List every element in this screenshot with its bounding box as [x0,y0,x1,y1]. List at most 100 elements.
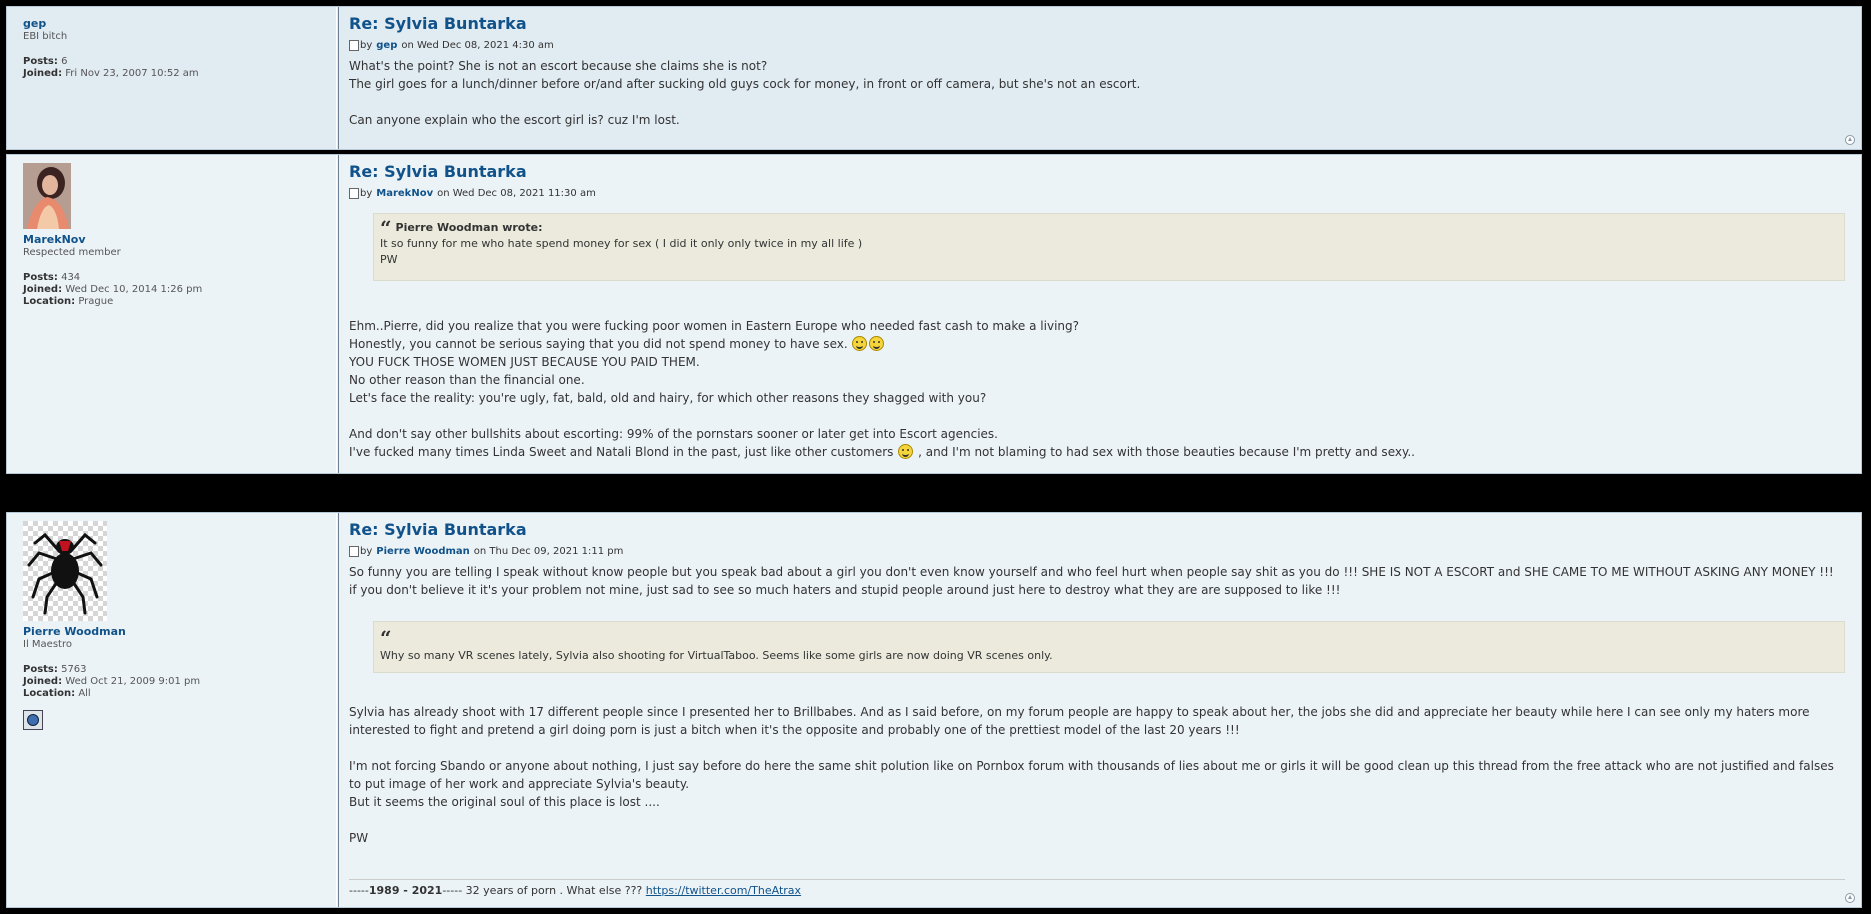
author-details: Posts: 434 Joined: Wed Dec 10, 2014 1:26… [23,272,336,308]
content-paragraph: But it seems the original soul of this p… [349,795,660,809]
post-icon[interactable] [349,40,359,51]
back-to-top-icon[interactable] [1845,135,1855,145]
posts-label: Posts: [23,56,58,67]
content-line: The girl goes for a lunch/dinner before … [349,77,1141,91]
smiley-icon [898,444,914,459]
content-paragraph: I'm not forcing Sbando or anyone about n… [349,759,1834,791]
content-line: What's the point? She is not an escort b… [349,59,768,73]
author-details: Posts: 5763 Joined: Wed Oct 21, 2009 9:0… [23,664,336,700]
post-title-link[interactable]: Re: Sylvia Buntarka [349,14,1845,33]
post-author-link[interactable]: gep [376,40,397,51]
post-author-link[interactable]: MarekNov [376,188,433,199]
by-text: by [360,546,373,557]
post-body: Re: Sylvia Buntarka by gep on Wed Dec 08… [338,7,1861,149]
post-profile: gep EBI bitch Posts: 6 Joined: Fri Nov 2… [7,7,337,149]
quote-line: PW [380,253,398,266]
author-avatar[interactable] [23,521,107,621]
content-line: Ehm..Pierre, did you realize that you we… [349,319,1079,333]
content-line: And don't say other bullshits about esco… [349,427,998,441]
post-body: Re: Sylvia Buntarka by MarekNov on Wed D… [338,155,1861,473]
posts-count: 434 [61,272,81,283]
joined-label: Joined: [23,676,63,687]
author-rank: Respected member [23,247,121,258]
content-text: I've fucked many times Linda Sweet and N… [349,445,894,459]
post-date: on Wed Dec 08, 2021 4:30 am [401,40,554,51]
content-paragraph: PW [349,831,369,845]
quote-block: “ Why so many VR scenes lately, Sylvia a… [373,621,1845,673]
signature-link[interactable]: https://twitter.com/TheAtrax [646,884,801,897]
post-date: on Wed Dec 08, 2021 11:30 am [437,188,596,199]
content-line: Honestly, you cannot be serious saying t… [349,335,1845,353]
content-paragraph: So funny you are telling I speak without… [349,565,1834,597]
quote-block: “ Pierre Woodman wrote: It so funny for … [373,213,1845,281]
joined-date: Wed Oct 21, 2009 9:01 pm [65,676,201,687]
content-text: Honestly, you cannot be serious saying t… [349,337,848,351]
author-avatar[interactable] [23,163,71,229]
content-line: No other reason than the financial one. [349,373,585,387]
quote-cite: “ Pierre Woodman wrote: [380,216,1838,240]
quote-mark-icon: “ [380,626,392,650]
posts-count: 6 [61,56,68,67]
post-profile: Pierre Woodman Il Maestro Posts: 5763 Jo… [7,513,337,907]
post-icon[interactable] [349,188,359,199]
content-line: Let's face the reality: you're ugly, fat… [349,391,987,405]
post-author-line: by MarekNov on Wed Dec 08, 2021 11:30 am [349,188,1845,199]
post-author-line: by gep on Wed Dec 08, 2021 4:30 am [349,40,1845,51]
signature-years: 1989 - 2021 [368,884,443,897]
post-mareknov: MarekNov Respected member Posts: 434 Joi… [6,154,1862,474]
back-to-top-icon[interactable] [1845,893,1855,903]
quote-cite: “ [380,626,1838,650]
author-details: Posts: 6 Joined: Fri Nov 23, 2007 10:52 … [23,56,336,80]
posts-label: Posts: [23,272,58,283]
location-value: Prague [78,296,114,307]
quote-author: Pierre Woodman wrote: [395,221,543,234]
post-content: What's the point? She is not an escort b… [349,57,1845,129]
content-line: YOU FUCK THOSE WOMEN JUST BECAUSE YOU PA… [349,355,700,369]
location-value: All [78,688,91,699]
signature-prefix: ----- [349,884,369,897]
author-username-link[interactable]: gep [23,17,336,30]
posts-count: 5763 [61,664,87,675]
content-paragraph: Sylvia has already shoot with 17 differe… [349,705,1810,737]
location-label: Location: [23,688,76,699]
smiley-icon [852,336,868,351]
content-line [349,93,1845,111]
post-title-link[interactable]: Re: Sylvia Buntarka [349,520,1845,539]
author-username-link[interactable]: MarekNov [23,233,336,246]
post-profile: MarekNov Respected member Posts: 434 Joi… [7,155,337,473]
post-title-link[interactable]: Re: Sylvia Buntarka [349,162,1845,181]
joined-date: Wed Dec 10, 2014 1:26 pm [65,284,203,295]
post-content: “ Pierre Woodman wrote: It so funny for … [349,213,1845,461]
quote-line: It so funny for me who hate spend money … [380,237,863,250]
post-pierre-woodman: Pierre Woodman Il Maestro Posts: 5763 Jo… [6,512,1862,908]
post-icon[interactable] [349,546,359,557]
author-username-link[interactable]: Pierre Woodman [23,625,336,638]
by-text: by [360,40,373,51]
author-rank: EBI bitch [23,31,68,42]
post-author-line: by Pierre Woodman on Thu Dec 09, 2021 1:… [349,546,1845,557]
quote-mark-icon: “ [380,216,392,240]
post-gep: gep EBI bitch Posts: 6 Joined: Fri Nov 2… [6,6,1862,150]
joined-label: Joined: [23,284,63,295]
content-line: I've fucked many times Linda Sweet and N… [349,443,1845,461]
joined-label: Joined: [23,68,63,79]
post-body: Re: Sylvia Buntarka by Pierre Woodman on… [338,513,1861,907]
signature-text: ----- 32 years of porn . What else ??? [442,884,646,897]
location-label: Location: [23,296,76,307]
smiley-icon [869,336,885,351]
post-date: on Thu Dec 09, 2021 1:11 pm [473,546,624,557]
post-content: So funny you are telling I speak without… [349,563,1845,847]
quote-line: Why so many VR scenes lately, Sylvia als… [380,649,1053,662]
author-rank: Il Maestro [23,639,72,650]
by-text: by [360,188,373,199]
post-author-link[interactable]: Pierre Woodman [376,546,470,557]
website-icon[interactable] [23,710,43,730]
joined-date: Fri Nov 23, 2007 10:52 am [65,68,199,79]
content-text: , and I'm not blaming to had sex with th… [918,445,1415,459]
signature: -----1989 - 2021----- 32 years of porn .… [349,879,1845,897]
posts-label: Posts: [23,664,58,675]
content-line: Can anyone explain who the escort girl i… [349,113,680,127]
